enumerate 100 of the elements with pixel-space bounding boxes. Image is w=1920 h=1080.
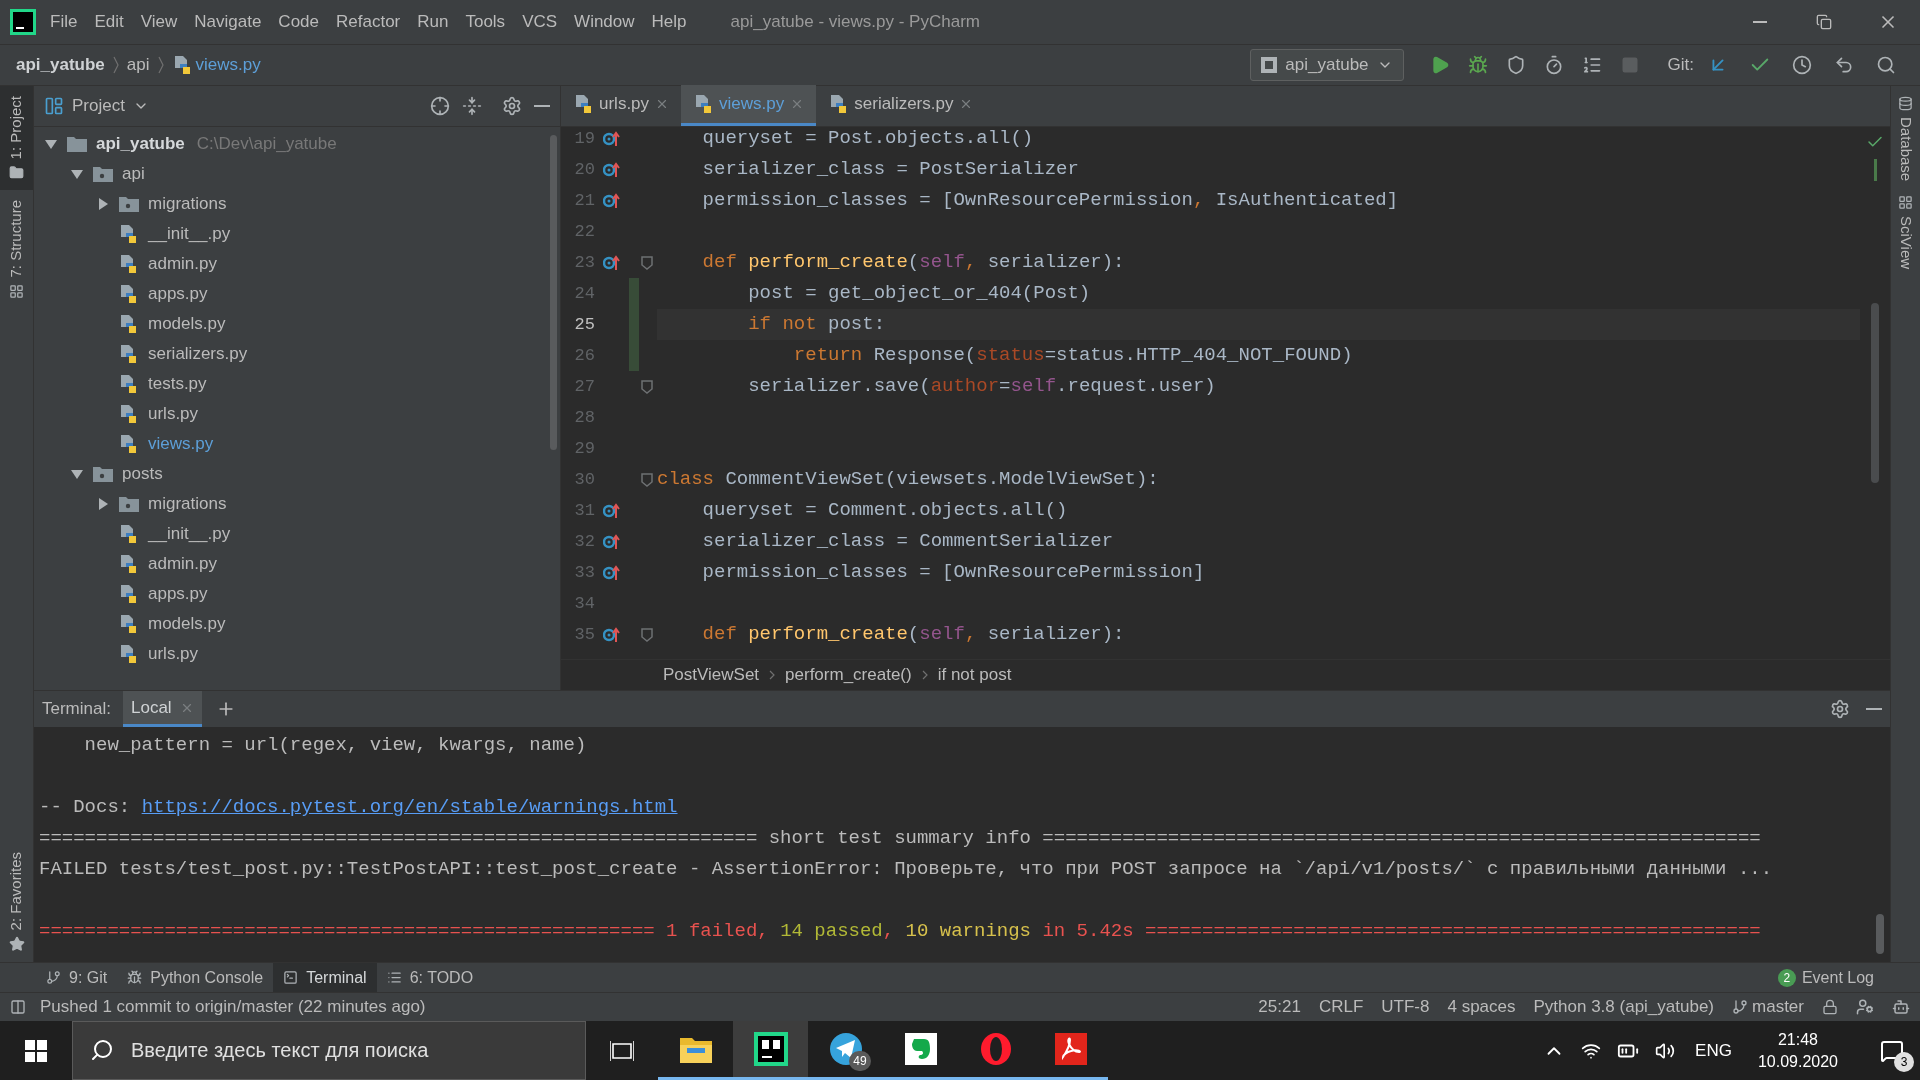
python-file-icon (118, 374, 138, 394)
tool-window-tab[interactable]: SciView (1894, 195, 1917, 270)
menu-item[interactable]: Tools (465, 9, 506, 35)
status-item[interactable]: 4 spaces (1447, 994, 1516, 1020)
language-indicator[interactable]: ENG (1695, 1037, 1732, 1064)
code-line: serializer_class = PostSerializer (701, 157, 1080, 183)
minimize-icon (1753, 21, 1767, 23)
tool-window-tab[interactable]: 2: Favorites (0, 841, 33, 962)
menu-item[interactable]: Navigate (194, 9, 262, 35)
scrollbar-thumb[interactable] (1871, 303, 1879, 483)
editor-tab[interactable]: serializers.py (816, 85, 986, 126)
tree-item[interactable]: __init__.py (148, 521, 231, 547)
line-number: 20 (573, 158, 595, 181)
structure-icon (9, 283, 24, 299)
breadcrumb[interactable]: views.py (195, 52, 261, 78)
status-item[interactable]: UTF-8 (1381, 994, 1430, 1020)
terminal-icon (283, 970, 299, 985)
line-number: 31 (573, 499, 595, 522)
code-breadcrumb[interactable]: perform_create() (785, 662, 912, 688)
menu-item[interactable]: Code (278, 9, 319, 35)
docs-link[interactable]: https://docs.pytest.org/en/stable/warnings.html (141, 793, 678, 822)
folder-icon (92, 465, 114, 483)
menu-item[interactable]: Edit (94, 9, 124, 35)
tree-item[interactable]: urls.py (148, 401, 199, 427)
list-icon (386, 970, 402, 985)
separator-icon (769, 670, 776, 680)
settings-button[interactable] (1830, 699, 1850, 719)
taskbar-app-button[interactable]: 49 (808, 1021, 883, 1080)
menu-item[interactable]: VCS (522, 9, 558, 35)
project-view-dropdown[interactable]: Project (72, 93, 149, 119)
menu-item[interactable]: Run (417, 9, 449, 35)
tree-item[interactable]: apps.py (148, 281, 208, 307)
tool-window-button[interactable]: 9: Git (36, 962, 118, 993)
code-breadcrumb[interactable]: if not post (937, 662, 1012, 688)
menu-item[interactable]: Window (574, 9, 635, 35)
minimize-icon (1866, 708, 1882, 710)
tree-item[interactable]: posts (122, 461, 163, 487)
editor-tab[interactable]: urls.py (561, 85, 682, 126)
expanded-arrow-icon[interactable] (44, 137, 58, 151)
menu-item[interactable]: View (140, 9, 178, 35)
tree-item[interactable]: tests.py (148, 371, 207, 397)
tool-window-tab[interactable]: Database (1894, 96, 1917, 182)
run-config-dropdown[interactable]: api_yatube (1250, 49, 1404, 81)
tree-item[interactable]: models.py (148, 311, 226, 337)
locate-button[interactable] (430, 96, 450, 116)
taskbar-search-field[interactable]: Введите здесь текст для поиска (72, 1021, 586, 1080)
scrollbar-thumb[interactable] (550, 135, 557, 450)
tree-item[interactable]: migrations (148, 191, 227, 217)
tree-item[interactable]: migrations (148, 491, 227, 517)
settings-button[interactable] (502, 96, 522, 116)
folder-icon (118, 195, 140, 213)
scrollbar-thumb[interactable] (1876, 914, 1884, 954)
branch-widget[interactable]: master (1732, 994, 1804, 1020)
taskbar-app-button[interactable] (733, 1021, 808, 1080)
code-line: class CommentViewSet(viewsets.ModelViewSet): (657, 467, 1160, 493)
notifications-button[interactable]: 3 (1864, 1021, 1920, 1080)
tool-window-tab[interactable]: 1: Project (0, 86, 33, 191)
terminal-tab[interactable]: Local (122, 691, 202, 727)
expanded-arrow-icon[interactable] (70, 467, 84, 481)
event-log-button[interactable]: 2 Event Log (1777, 965, 1874, 990)
menu-item[interactable]: Help (651, 9, 687, 35)
tree-item[interactable]: api_yatube (96, 131, 185, 157)
status-item[interactable]: Python 3.8 (api_yatube) (1533, 994, 1715, 1020)
tree-item[interactable]: apps.py (148, 581, 208, 607)
python-file-icon (118, 644, 138, 664)
tool-window-tab[interactable]: 7: Structure (0, 190, 33, 309)
tool-window-button[interactable]: Python Console (117, 962, 274, 993)
fold-marker-icon[interactable] (641, 627, 653, 642)
code-breadcrumb[interactable]: PostViewSet (663, 662, 760, 688)
fold-marker-icon[interactable] (641, 255, 653, 270)
menu-item[interactable]: Refactor (336, 9, 401, 35)
expanded-arrow-icon[interactable] (70, 167, 84, 181)
fold-marker-icon[interactable] (641, 379, 653, 394)
fold-marker-icon[interactable] (641, 472, 653, 487)
code-line: def perform_create(self, serializer): (701, 622, 1126, 648)
collapse-all-button[interactable] (462, 96, 482, 116)
tree-item[interactable]: admin.py (148, 551, 217, 577)
tree-item[interactable]: admin.py (148, 251, 217, 277)
tree-item[interactable]: serializers.py (148, 341, 248, 367)
tree-item[interactable]: api (122, 161, 145, 187)
tree-item[interactable]: views.py (148, 431, 214, 457)
status-item[interactable]: 25:21 (1258, 994, 1301, 1020)
tool-window-button[interactable]: Terminal (273, 962, 377, 993)
count-badge: 2 (1777, 968, 1796, 987)
editor-tab[interactable]: views.py (681, 85, 817, 126)
tool-window-button[interactable]: 6: TODO (376, 962, 484, 993)
status-item[interactable]: CRLF (1318, 994, 1364, 1020)
collapsed-arrow-icon[interactable] (96, 497, 110, 511)
volume-icon[interactable] (1655, 1040, 1676, 1061)
folder-icon (118, 495, 140, 513)
clock-widget[interactable]: 21:48 10.09.2020 (1757, 1028, 1838, 1073)
breadcrumb[interactable]: api (126, 52, 150, 78)
tree-item[interactable]: models.py (148, 611, 226, 637)
breadcrumb[interactable]: api_yatube (16, 52, 105, 78)
collapsed-arrow-icon[interactable] (96, 197, 110, 211)
tree-item[interactable]: __init__.py (148, 221, 231, 247)
line-number: 25 (573, 313, 595, 336)
count-badge: 3 (1894, 1052, 1914, 1072)
tree-item[interactable]: urls.py (148, 641, 199, 667)
menu-item[interactable]: File (50, 9, 78, 35)
